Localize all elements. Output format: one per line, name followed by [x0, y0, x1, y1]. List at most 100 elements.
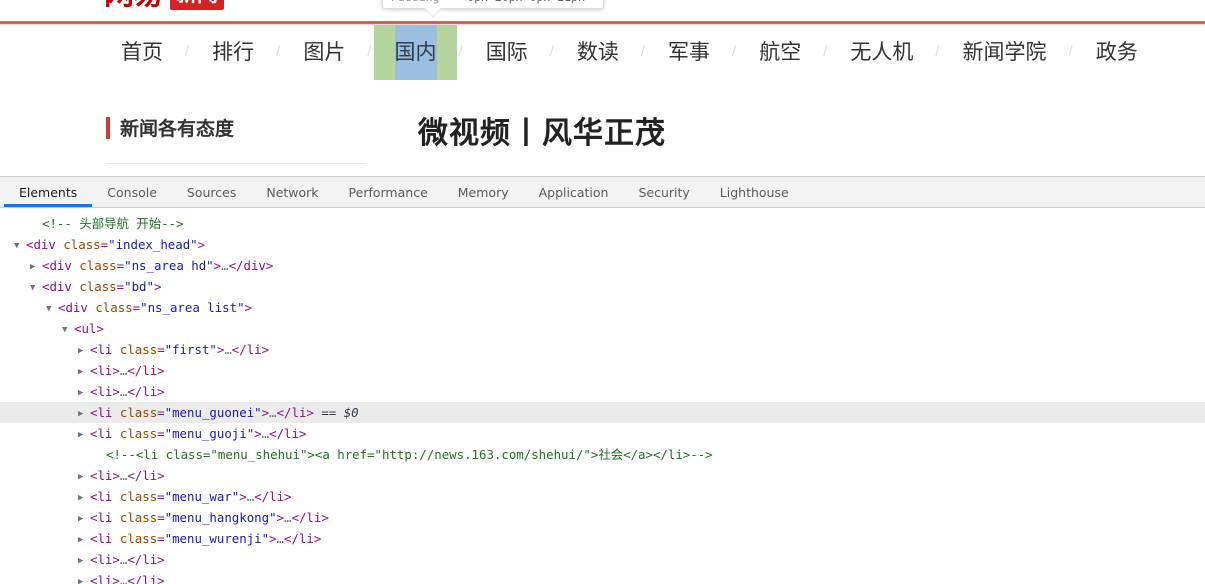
dom-close-tag-name: li: [142, 468, 158, 483]
dom-tree-row[interactable]: <li class="menu_hangkong">…</li>: [0, 507, 1205, 528]
nav-item-7[interactable]: 航空: [738, 25, 821, 80]
nav-item-0[interactable]: 首页: [100, 25, 183, 80]
twisty-collapsed-icon[interactable]: [78, 341, 90, 362]
dom-punct: >: [254, 426, 262, 441]
dom-tree-row[interactable]: <li class="menu_wurenji">…</li>: [0, 528, 1205, 549]
nav-item-2[interactable]: 图片: [282, 25, 365, 80]
nav-separator: /: [732, 43, 737, 60]
nav-item-4[interactable]: 国际: [465, 25, 548, 80]
dom-attr-name: class: [63, 237, 101, 252]
dom-punct: >: [112, 384, 120, 399]
twisty-collapsed-icon[interactable]: [78, 530, 90, 551]
dom-collapsed-ellipsis: …: [276, 531, 285, 546]
webpage-viewport: 网易 新闻 首页 / 排行 / 图片 / 国内 / 国际 / 数读 / 军事 / 航空 / 无人机 / 新闻学院 / 政…: [0, 0, 1205, 176]
twisty-expanded-icon[interactable]: [46, 299, 58, 320]
nav-separator: /: [185, 43, 190, 60]
twisty-collapsed-icon[interactable]: [78, 425, 90, 446]
devtools-tab-application[interactable]: Application: [524, 177, 624, 207]
dom-tree-row[interactable]: <li class="menu_guonei">…</li> == $0: [0, 402, 1205, 423]
dom-tag-name: li: [97, 573, 113, 584]
dom-tree-row[interactable]: <li class="menu_guoji">…</li>: [0, 423, 1205, 444]
twisty-expanded-icon[interactable]: [14, 236, 26, 257]
twisty-collapsed-icon[interactable]: [78, 383, 90, 404]
dom-tree-row[interactable]: <div class="ns_area list">: [0, 297, 1205, 318]
dom-tree-row[interactable]: <li>…</li>: [0, 570, 1205, 584]
twisty-collapsed-icon[interactable]: [78, 551, 90, 572]
devtools-tab-elements[interactable]: Elements: [4, 177, 93, 207]
dom-tree-row[interactable]: <li>…</li>: [0, 381, 1205, 402]
main-feature-title: 微视频丨风华正茂: [418, 116, 666, 151]
devtools-tab-lighthouse[interactable]: Lighthouse: [705, 177, 804, 207]
nav-item-label: 图片: [303, 40, 346, 64]
dom-attr-name: class: [79, 279, 117, 294]
twisty-collapsed-icon[interactable]: [78, 572, 90, 584]
dom-tree-row[interactable]: <!--<li class="menu_shehui"><a href="htt…: [0, 444, 1205, 465]
site-logo[interactable]: 网易 新闻: [104, 0, 224, 10]
dom-close-tag-name: li: [142, 573, 158, 584]
devtools-tab-label: Application: [538, 184, 609, 200]
twisty-expanded-icon[interactable]: [62, 320, 74, 341]
browser-window: 网易 新闻 首页 / 排行 / 图片 / 国内 / 国际 / 数读 / 军事 / 航空 / 无人机 / 新闻学院 / 政…: [0, 0, 1205, 584]
dom-tag-name: li: [97, 384, 113, 399]
dom-punct: >: [239, 489, 247, 504]
dom-collapsed-ellipsis: …: [224, 342, 232, 357]
twisty-expanded-icon[interactable]: [30, 278, 42, 299]
nav-item-8[interactable]: 无人机: [829, 25, 933, 80]
dom-tree-row[interactable]: <!-- 头部导航 开始-->: [0, 213, 1205, 234]
dom-punct: >: [244, 300, 253, 315]
nav-item-1[interactable]: 排行: [191, 25, 274, 80]
dom-tree-row[interactable]: <li>…</li>: [0, 549, 1205, 570]
dom-tag-name: div: [65, 300, 88, 315]
twisty-collapsed-icon[interactable]: [78, 362, 90, 383]
twisty-collapsed-icon[interactable]: [78, 509, 90, 530]
dom-tree-row[interactable]: <li class="first">…</li>: [0, 339, 1205, 360]
dom-tree-row[interactable]: <div class="index_head">: [0, 234, 1205, 255]
dom-tree-row[interactable]: <ul>: [0, 318, 1205, 339]
dom-collapsed-ellipsis: …: [261, 426, 270, 441]
dom-tree-row[interactable]: <li class="menu_war">…</li>: [0, 486, 1205, 507]
devtools-tab-sources[interactable]: Sources: [172, 177, 251, 207]
devtools-tab-label: Sources: [186, 184, 237, 200]
devtools-panel: Elements Console Sources Network Performance…: [0, 176, 1205, 584]
dom-tree-row[interactable]: <li>…</li>: [0, 360, 1205, 381]
dom-tree[interactable]: <!-- 头部导航 开始--> <div class="index_head"> <…: [0, 208, 1205, 584]
twisty-collapsed-icon[interactable]: [78, 488, 90, 509]
devtools-tab-memory[interactable]: Memory: [443, 177, 524, 207]
nav-item-label: 数读: [576, 40, 619, 64]
dom-attr-name: class: [95, 300, 133, 315]
dom-punct: >: [261, 405, 270, 420]
nav-separator: /: [276, 43, 281, 60]
dom-tag-name: li: [97, 468, 113, 483]
dom-tree-row[interactable]: <div class="bd">: [0, 276, 1205, 297]
dom-punct: >: [153, 279, 162, 294]
dom-tag-name: li: [97, 510, 113, 525]
nav-item-9[interactable]: 新闻学院: [942, 25, 1067, 80]
devtools-tab-performance[interactable]: Performance: [334, 177, 443, 207]
dom-close-tag-name: div: [243, 258, 266, 273]
dom-attr-value: "menu_guonei": [164, 405, 262, 420]
twisty-collapsed-icon[interactable]: [78, 467, 90, 488]
dom-close-tag-name: li: [269, 489, 285, 504]
devtools-tab-label: Lighthouse: [719, 184, 789, 200]
dom-tree-row[interactable]: <li>…</li>: [0, 465, 1205, 486]
devtools-tab-security[interactable]: Security: [623, 177, 704, 207]
nav-separator: /: [549, 43, 554, 60]
dom-tag-name: div: [33, 237, 56, 252]
devtools-tab-label: Performance: [348, 184, 428, 200]
twisty-collapsed-icon[interactable]: [78, 404, 90, 425]
nav-item-10[interactable]: 政务: [1075, 25, 1158, 80]
dom-tag-name: ul: [81, 321, 97, 336]
devtools-tab-console[interactable]: Console: [92, 177, 172, 207]
devtools-tab-network[interactable]: Network: [251, 177, 333, 207]
dom-close-tag-name: li: [298, 531, 314, 546]
nav-item-5[interactable]: 数读: [556, 25, 639, 80]
dom-tree-row[interactable]: <div class="ns_area hd">…</div>: [0, 255, 1205, 276]
nav-item-6[interactable]: 军事: [647, 25, 730, 80]
nav-item-label: 航空: [759, 40, 802, 64]
twisty-collapsed-icon[interactable]: [30, 257, 42, 278]
nav-separator: /: [640, 43, 646, 60]
dom-punct: >: [112, 468, 120, 483]
nav-separator: /: [367, 43, 372, 60]
nav-item-label: 首页: [121, 40, 163, 64]
nav-item-3[interactable]: 国内: [373, 25, 457, 80]
